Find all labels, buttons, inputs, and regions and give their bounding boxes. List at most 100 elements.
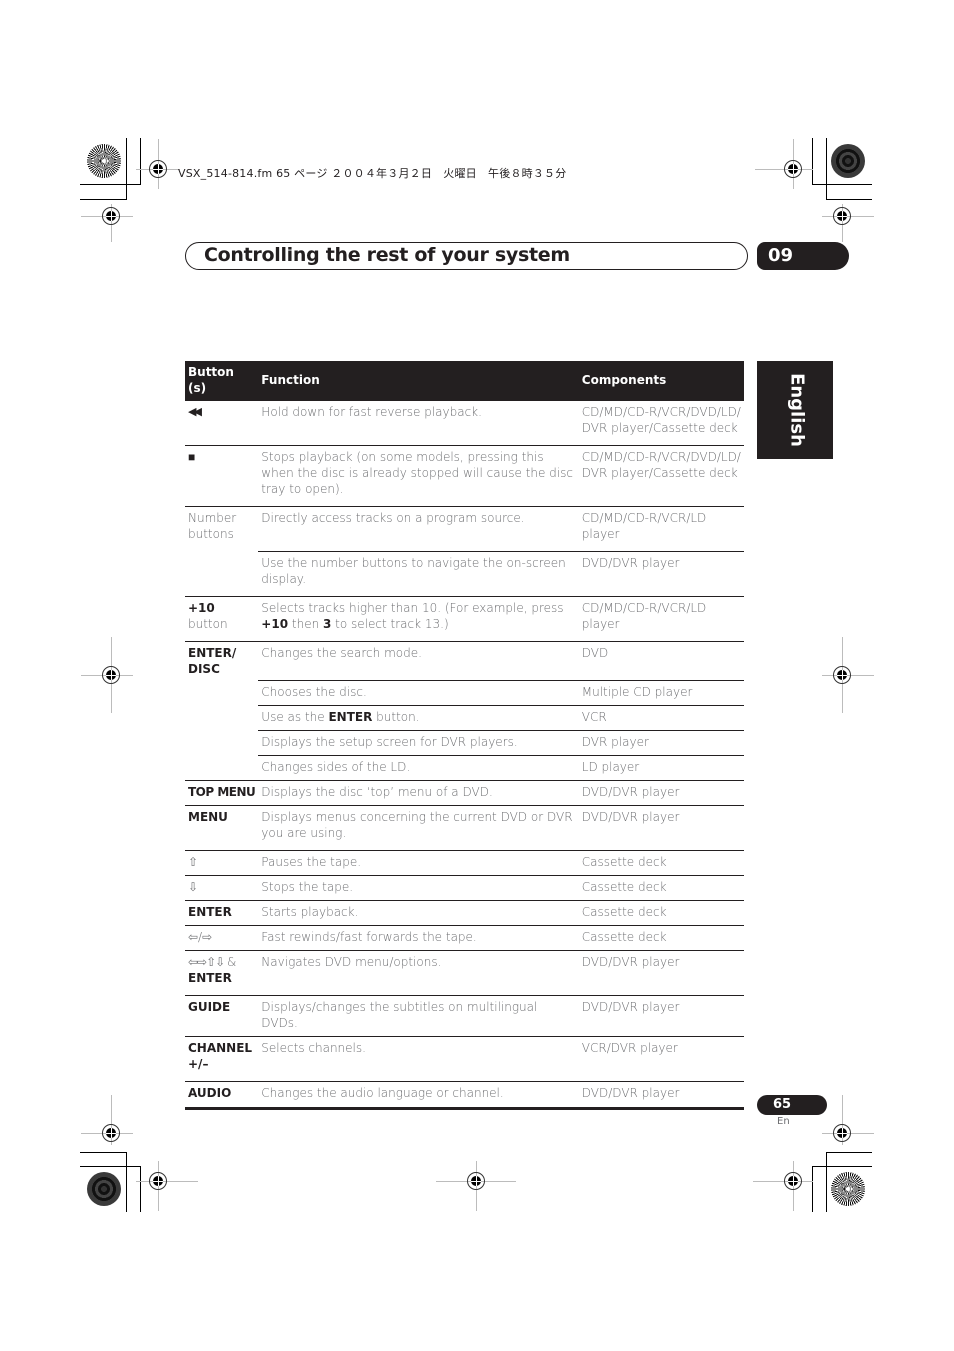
function-cell: Starts playback.: [258, 900, 579, 926]
button-label: TOP MENU: [188, 785, 256, 799]
table-row: Displays the setup screen for DVR player…: [185, 730, 744, 756]
button-function-table: Button (s) Function Components ◀◀ Hold d…: [185, 361, 744, 1110]
crop-mark: [140, 1166, 141, 1212]
function-cell: Displays menus concerning the current DV…: [258, 805, 579, 851]
file-info-slug: VSX_514-814.fm 65 ページ ２００４年３月２日 火曜日 午後８時…: [178, 167, 567, 180]
button-label: CHANNEL +/–: [188, 1041, 253, 1071]
button-cell: Number buttons: [185, 507, 258, 597]
table-row: MENU Displays menus concerning the curre…: [185, 805, 744, 851]
button-cell: MENU: [185, 805, 259, 851]
components-cell: DVD/DVR player: [578, 805, 744, 851]
function-cell: Changes sides of the LD.: [258, 755, 579, 781]
components-cell: VCR/DVR player: [578, 1036, 744, 1082]
table-row: ■ Stops playback (on some models, pressi…: [185, 445, 744, 507]
table-row: Chooses the disc. Multiple CD player: [185, 680, 744, 706]
button-label: ENTER: [188, 905, 232, 919]
components-cell: CD/MD/CD-R/VCR/LD player: [578, 596, 744, 642]
function-cell: Hold down for fast reverse playback.: [258, 401, 579, 446]
left-right-arrow-icon: ⇦/⇨: [185, 925, 259, 951]
function-cell: Use as the ENTER button.: [258, 705, 579, 731]
button-cell: ⇦⇨⇧⇩ & ENTER: [185, 950, 259, 996]
crop-mark: [812, 184, 872, 185]
column-header-button: Button (s): [185, 361, 259, 401]
table-row: Use as the ENTER button. VCR: [185, 705, 744, 731]
function-cell: Changes the search mode.: [258, 641, 579, 681]
crop-mark: [812, 1166, 813, 1212]
button-label: ENTER/ DISC: [188, 646, 237, 676]
table-row: Number buttons Directly access tracks on…: [185, 506, 744, 552]
registration-star-top-left: [87, 144, 121, 178]
column-header-function: Function: [258, 361, 579, 401]
function-cell: Stops the tape.: [258, 875, 579, 901]
table-row: ⇦/⇨ Fast rewinds/fast forwards the tape.…: [185, 925, 744, 951]
page-number: 65: [773, 1097, 792, 1112]
table-header-row: Button (s) Function Components: [185, 361, 744, 401]
function-cell: Directly access tracks on a program sour…: [258, 506, 579, 552]
components-cell: Cassette deck: [578, 850, 744, 876]
page-language-code: En: [777, 1116, 790, 1127]
button-cell: CHANNEL +/–: [185, 1036, 259, 1082]
text-segment-bold: ENTER: [328, 710, 373, 724]
button-label: GUIDE: [188, 1000, 231, 1014]
button-label-bold: ENTER: [188, 971, 232, 985]
button-cell: +10 button: [185, 596, 259, 642]
table-row: ⇧ Pauses the tape. Cassette deck: [185, 850, 744, 876]
crop-mark: [80, 1166, 141, 1167]
crop-mark: [826, 1152, 827, 1212]
crop-mark: [812, 1166, 872, 1167]
components-cell: DVD/DVR player: [578, 780, 744, 806]
button-label: Number buttons: [188, 511, 237, 541]
components-cell: Cassette deck: [578, 925, 744, 951]
function-cell: Selects tracks higher than 10. (For exam…: [258, 596, 579, 642]
components-cell: CD/MD/CD-R/VCR/DVD/LD/ DVR player/Casset…: [578, 401, 744, 446]
function-cell: Navigates DVD menu/options.: [258, 950, 579, 996]
components-cell: CD/MD/CD-R/VCR/DVD/LD/ DVR player/Casset…: [578, 445, 744, 507]
registration-star-bottom-right: [831, 1172, 865, 1206]
arrow-keys-icon: ⇦⇨⇧⇩ &: [188, 955, 236, 969]
components-cell: DVD: [578, 641, 744, 681]
crop-mark: [126, 138, 127, 200]
table-row: Changes sides of the LD. LD player: [185, 755, 744, 781]
function-cell: Stops playback (on some models, pressing…: [258, 445, 579, 507]
text-segment: then: [288, 617, 323, 631]
column-header-components: Components: [578, 361, 744, 401]
chapter-number: 09: [768, 245, 794, 266]
crop-mark: [826, 199, 872, 200]
button-cell: AUDIO: [185, 1081, 259, 1110]
crop-mark: [140, 138, 141, 185]
button-cell: TOP MENU: [185, 780, 259, 806]
registration-star-bottom-left: [87, 1172, 121, 1206]
table-row: CHANNEL +/– Selects channels. VCR/DVR pl…: [185, 1036, 744, 1082]
button-cell: ENTER: [185, 900, 259, 926]
button-cell: ENTER/ DISC: [185, 642, 258, 781]
up-arrow-icon: ⇧: [185, 850, 259, 876]
table-row: +10 button Selects tracks higher than 10…: [185, 596, 744, 642]
function-cell: Pauses the tape.: [258, 850, 579, 876]
function-cell: Displays the setup screen for DVR player…: [258, 730, 579, 756]
table-row: AUDIO Changes the audio language or chan…: [185, 1081, 744, 1110]
components-cell: DVD/DVR player: [578, 1081, 744, 1110]
table-row: Use the number buttons to navigate the o…: [185, 551, 744, 597]
chapter-title: Controlling the rest of your system: [204, 244, 570, 266]
function-cell: Changes the audio language or channel.: [258, 1081, 579, 1110]
crop-mark: [126, 1152, 127, 1212]
language-label: English: [786, 373, 808, 447]
function-cell: Use the number buttons to navigate the o…: [258, 551, 579, 597]
components-cell: DVD/DVR player: [578, 551, 744, 597]
components-cell: DVR player: [578, 730, 744, 756]
function-cell: Fast rewinds/fast forwards the tape.: [258, 925, 579, 951]
crop-mark: [826, 138, 827, 200]
table-row: ENTER Starts playback. Cassette deck: [185, 900, 744, 926]
components-cell: DVD/DVR player: [578, 950, 744, 996]
text-segment: Selects tracks higher than 10. (For exam…: [261, 601, 564, 615]
crop-mark: [80, 1152, 127, 1153]
button-label: AUDIO: [188, 1086, 232, 1100]
function-cell: Displays/changes the subtitles on multil…: [258, 995, 579, 1037]
components-cell: DVD/DVR player: [578, 995, 744, 1037]
text-segment: to select track 13.): [331, 617, 449, 631]
table-row: ⇩ Stops the tape. Cassette deck: [185, 875, 744, 901]
components-cell: LD player: [578, 755, 744, 781]
table-row: ENTER/ DISC Changes the search mode. DVD: [185, 641, 744, 681]
button-label-suffix: button: [188, 617, 228, 631]
button-label-bold: +10: [188, 601, 215, 615]
